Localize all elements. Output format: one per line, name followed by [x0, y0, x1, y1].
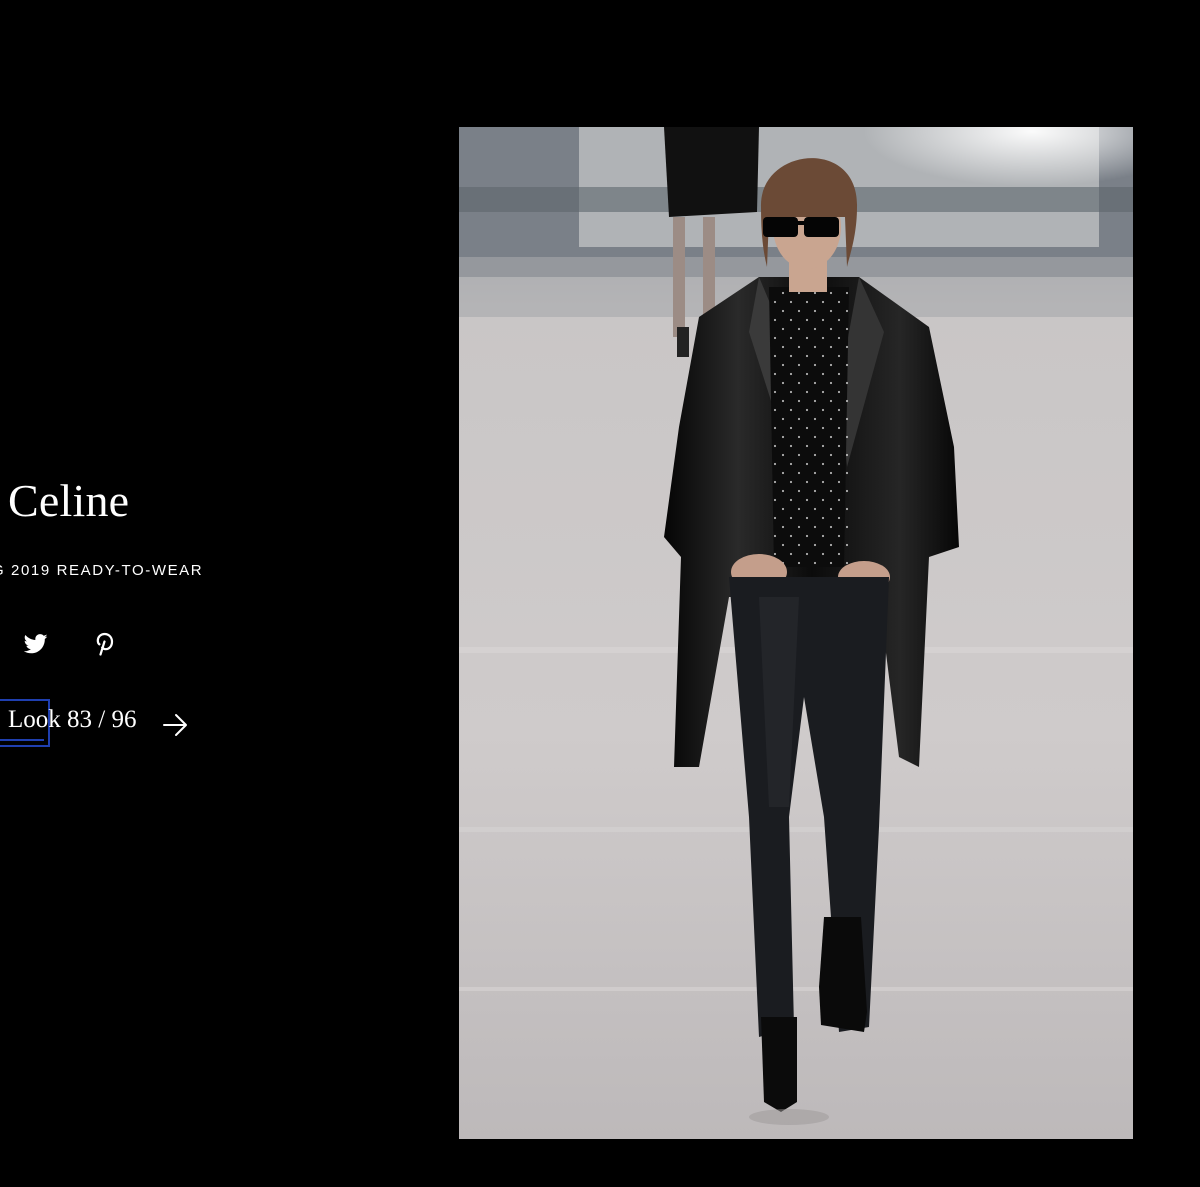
runway-look-photo [459, 127, 1133, 1139]
look-counter: Look 83 / 96 [8, 706, 137, 733]
pinterest-icon [96, 632, 114, 656]
next-look-button[interactable] [161, 711, 189, 739]
arrow-right-icon [163, 714, 187, 736]
twitter-share-button[interactable] [22, 630, 50, 658]
designer-title: Celine [8, 475, 130, 526]
pinterest-share-button[interactable] [91, 630, 119, 658]
season-label: G 2019 READY-TO-WEAR [0, 562, 204, 579]
twitter-icon [24, 634, 48, 654]
